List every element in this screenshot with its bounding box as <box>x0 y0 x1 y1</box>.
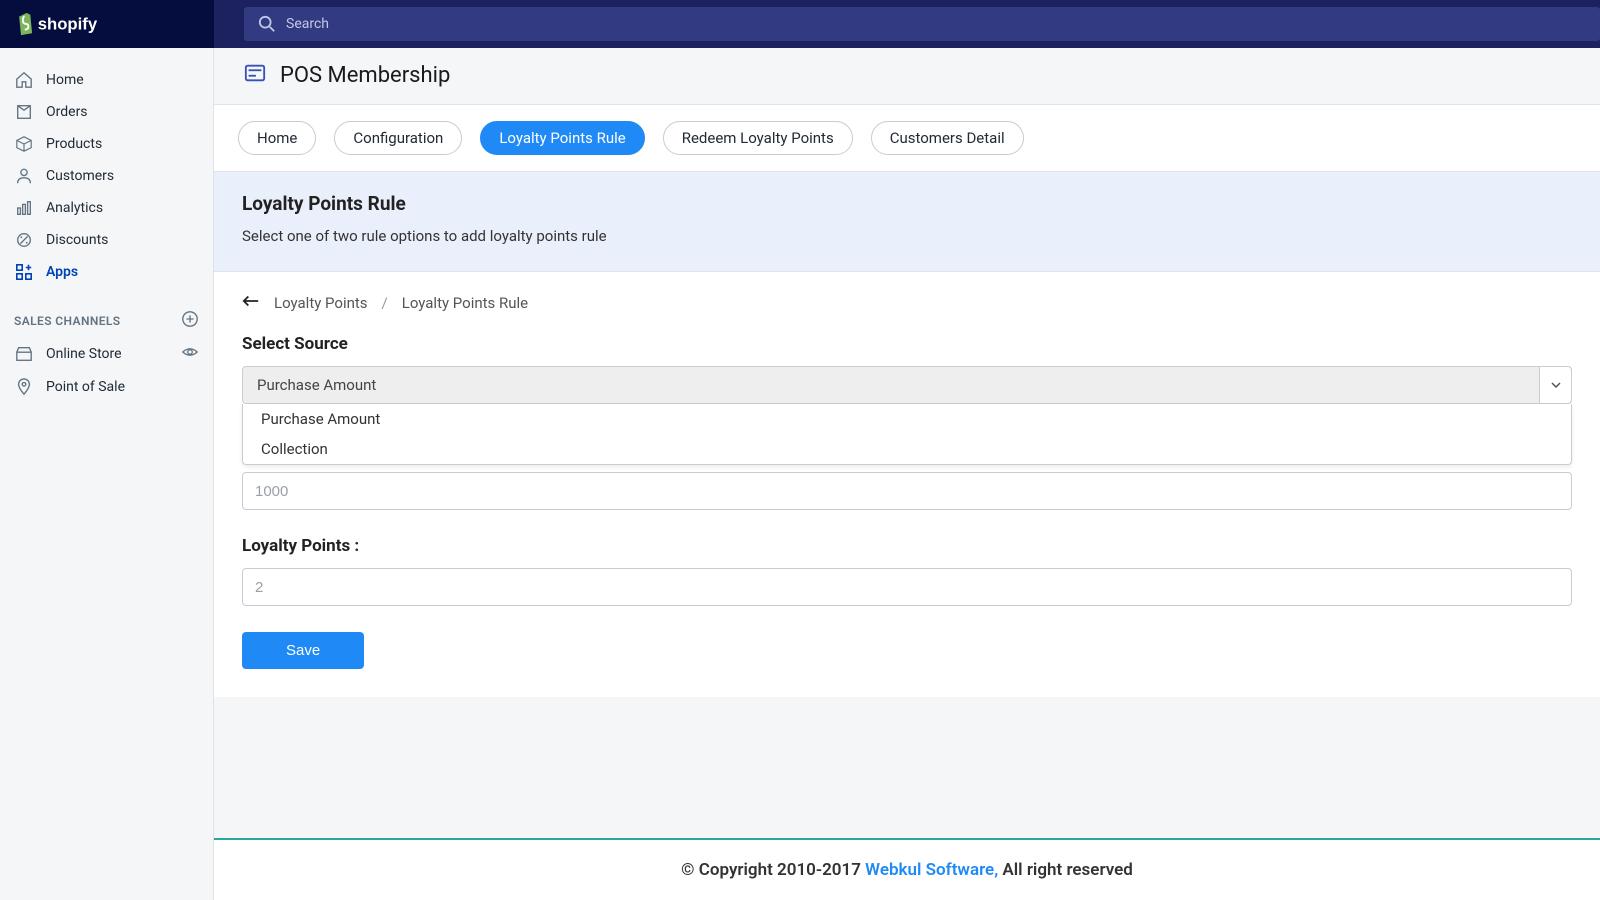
dropdown-toggle[interactable] <box>1539 367 1571 403</box>
select-source-field[interactable]: Purchase Amount <box>242 366 1572 404</box>
tab-configuration[interactable]: Configuration <box>334 121 462 155</box>
discount-icon <box>14 230 34 250</box>
sales-channels-header: SALES CHANNELS <box>0 288 213 337</box>
orders-icon <box>14 102 34 122</box>
footer-link[interactable]: Webkul Software, <box>865 860 998 880</box>
amount-input[interactable] <box>242 472 1572 510</box>
tabs: Home Configuration Loyalty Points Rule R… <box>214 105 1600 172</box>
dropdown-option-purchase-amount[interactable]: Purchase Amount <box>243 404 1571 434</box>
section-title: Loyalty Points Rule <box>242 192 1572 215</box>
shopify-logo-icon: shopify <box>10 11 110 37</box>
sidebar-item-apps[interactable]: Apps <box>0 256 213 288</box>
sidebar-item-home[interactable]: Home <box>0 64 213 96</box>
sidebar-item-label: Discounts <box>46 232 108 248</box>
select-source: Purchase Amount Purchase Amount Collecti… <box>242 366 1572 404</box>
breadcrumb: Loyalty Points / Loyalty Points Rule <box>242 294 1572 312</box>
form-area: Loyalty Points / Loyalty Points Rule Sel… <box>214 272 1600 697</box>
app-icon <box>244 62 266 88</box>
breadcrumb-item: Loyalty Points Rule <box>402 294 528 312</box>
section-subtitle: Select one of two rule options to add lo… <box>242 227 1572 245</box>
analytics-icon <box>14 198 34 218</box>
tab-loyalty-points-rule[interactable]: Loyalty Points Rule <box>480 121 644 155</box>
search-wrap: Search <box>214 1 1600 47</box>
footer: © Copyright 2010-2017 Webkul Software, A… <box>214 838 1600 900</box>
sidebar-item-label: Orders <box>46 104 88 120</box>
sidebar-item-orders[interactable]: Orders <box>0 96 213 128</box>
apps-icon <box>14 262 34 282</box>
location-icon <box>14 377 34 397</box>
search-icon <box>258 15 276 33</box>
footer-copyright-prefix: © Copyright 2010-2017 <box>681 860 865 880</box>
sidebar-item-label: Home <box>46 72 84 88</box>
select-source-value: Purchase Amount <box>243 367 1539 403</box>
loyalty-points-input[interactable] <box>242 568 1572 606</box>
breadcrumb-item[interactable]: Loyalty Points <box>274 294 368 312</box>
tab-redeem-loyalty-points[interactable]: Redeem Loyalty Points <box>663 121 853 155</box>
app-title: POS Membership <box>280 63 450 88</box>
tab-customers-detail[interactable]: Customers Detail <box>871 121 1024 155</box>
topbar: shopify Search <box>0 0 1600 48</box>
caret-down-icon <box>1551 382 1561 388</box>
dropdown-option-collection[interactable]: Collection <box>243 434 1571 464</box>
loyalty-points-label: Loyalty Points : <box>242 536 1572 556</box>
dropdown-panel: Purchase Amount Collection <box>242 404 1572 465</box>
sidebar-item-products[interactable]: Products <box>0 128 213 160</box>
sidebar-item-label: Customers <box>46 168 114 184</box>
channel-label: Online Store <box>46 346 122 362</box>
sidebar-item-label: Apps <box>46 264 78 280</box>
channel-online-store[interactable]: Online Store <box>0 337 213 371</box>
sidebar-item-analytics[interactable]: Analytics <box>0 192 213 224</box>
svg-text:shopify: shopify <box>38 15 98 34</box>
store-icon <box>14 344 34 364</box>
sidebar-item-discounts[interactable]: Discounts <box>0 224 213 256</box>
sidebar-item-label: Products <box>46 136 102 152</box>
search-input[interactable]: Search <box>244 7 1600 41</box>
sidebar-item-label: Analytics <box>46 200 103 216</box>
breadcrumb-separator: / <box>382 294 388 312</box>
channel-label: Point of Sale <box>46 379 125 395</box>
main-content: POS Membership Home Configuration Loyalt… <box>214 48 1600 900</box>
app-header: POS Membership <box>214 48 1600 105</box>
sidebar: Home Orders Products Customers Analytics… <box>0 48 214 900</box>
section-header: Loyalty Points Rule Select one of two ru… <box>214 172 1600 272</box>
person-icon <box>14 166 34 186</box>
search-placeholder: Search <box>286 16 329 32</box>
channel-point-of-sale[interactable]: Point of Sale <box>0 371 213 403</box>
view-icon[interactable] <box>181 343 199 365</box>
save-button[interactable]: Save <box>242 632 364 669</box>
tab-home[interactable]: Home <box>238 121 316 155</box>
footer-copyright-suffix: All right reserved <box>998 860 1133 880</box>
brand-logo[interactable]: shopify <box>0 0 214 48</box>
section-header-label: SALES CHANNELS <box>14 314 121 328</box>
home-icon <box>14 70 34 90</box>
select-source-label: Select Source <box>242 334 1572 354</box>
sidebar-item-customers[interactable]: Customers <box>0 160 213 192</box>
back-arrow-icon[interactable] <box>242 294 260 312</box>
add-channel-icon[interactable] <box>181 310 199 331</box>
tag-icon <box>14 134 34 154</box>
